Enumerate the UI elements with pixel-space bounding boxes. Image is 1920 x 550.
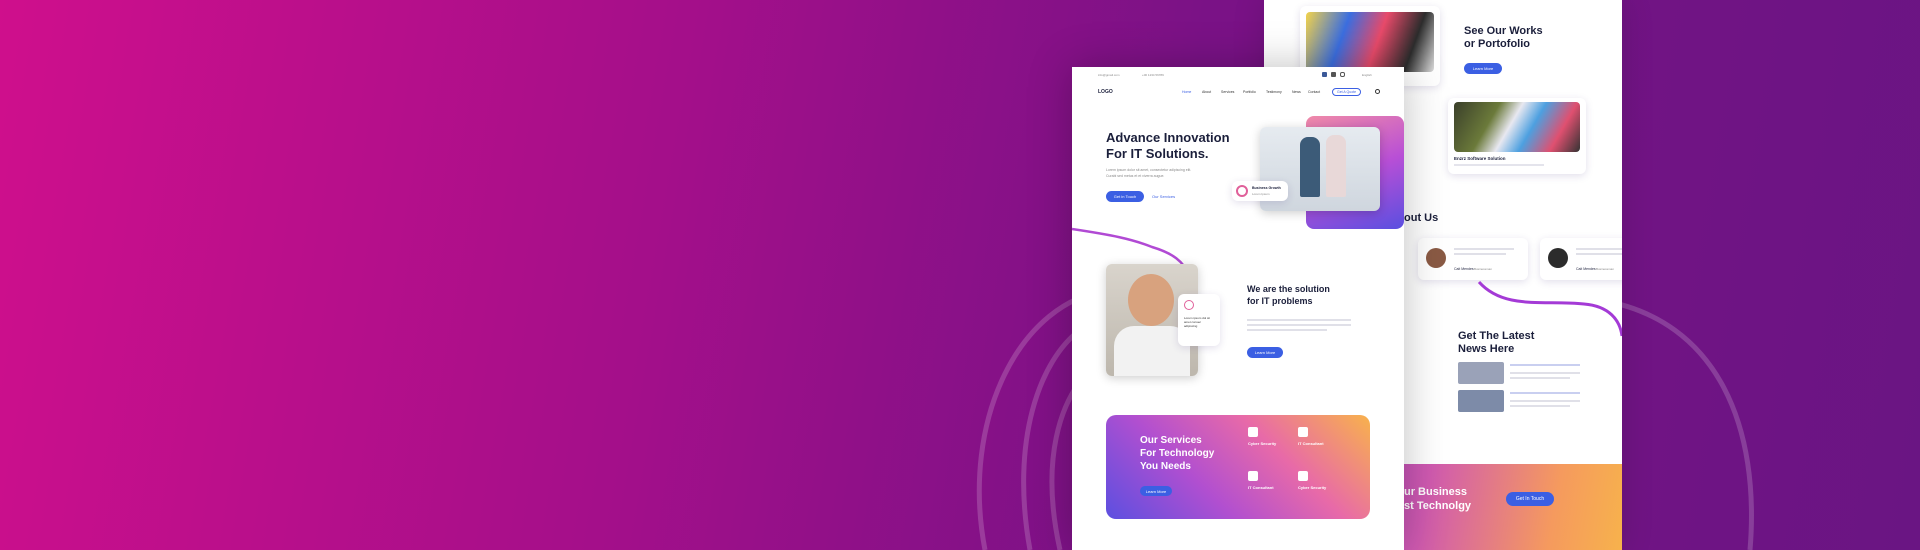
project-image (1454, 102, 1580, 152)
logo[interactable]: LOGO (1098, 89, 1113, 95)
nav-about[interactable]: About (1202, 90, 1211, 94)
portfolio-button[interactable]: Learn More (1464, 63, 1502, 74)
background-swirl (976, 287, 1754, 550)
news-title-2: News Here (1458, 343, 1515, 355)
avatar (1548, 248, 1568, 268)
news-thumb-1 (1458, 362, 1504, 384)
about-title: out Us (1404, 212, 1439, 224)
search-icon[interactable] (1375, 89, 1380, 94)
portfolio-image (1306, 12, 1434, 72)
services-title-3: You Needs (1140, 461, 1191, 472)
services-title: Our Services (1140, 435, 1202, 446)
nav-portfolio[interactable]: Portfolio (1243, 90, 1256, 94)
project-name: Enzrz Software Solution (1454, 156, 1506, 161)
email-text: info@gmail.com (1098, 73, 1120, 77)
cta-title: ur Business (1404, 486, 1467, 498)
language-select[interactable]: English (1362, 73, 1372, 77)
phone-text: +00 1234 56789 (1142, 73, 1164, 77)
instagram-icon[interactable] (1340, 72, 1345, 77)
idea-icon (1184, 300, 1194, 310)
get-quote-button[interactable]: Get A Quote (1332, 88, 1362, 96)
project-card: Enzrz Software Solution (1448, 98, 1586, 174)
news-title: Get The Latest (1458, 330, 1535, 342)
facebook-icon[interactable] (1322, 72, 1327, 77)
growth-icon (1236, 185, 1248, 197)
hero-desc: Lorem ipsum dolor sit amet, consectetur … (1106, 168, 1192, 172)
news-thumb-2 (1458, 390, 1504, 412)
nav-services[interactable]: Services (1221, 90, 1234, 94)
hero-title-2: For IT Solutions. (1106, 146, 1209, 161)
solution-learn-more-button[interactable]: Learn More (1247, 347, 1283, 358)
services-banner: Our Services For Technology You Needs Le… (1106, 415, 1370, 519)
shield-icon (1298, 471, 1308, 481)
badge-title: Business Growth (1252, 186, 1281, 190)
solution-title: We are the solution (1247, 284, 1330, 294)
nav-testimony[interactable]: Testimony (1266, 90, 1282, 94)
nav-contact[interactable]: Contact (1308, 90, 1320, 94)
front-page-mockup: info@gmail.com +00 1234 56789 English LO… (1072, 67, 1404, 550)
monitor-icon (1248, 471, 1258, 481)
portfolio-title-2: or Portofolio (1464, 38, 1530, 50)
service-item: Cyber Security (1298, 485, 1327, 490)
hero-get-in-touch-button[interactable]: Get in Touch (1106, 191, 1144, 202)
hero-our-services-link[interactable]: Our Services (1152, 194, 1175, 199)
badge-subtitle: Lorem Ipsum (1252, 192, 1270, 196)
shield-icon (1248, 427, 1258, 437)
portfolio-title: See Our Works (1464, 25, 1543, 37)
service-item: IT Consultant (1298, 441, 1324, 446)
services-title-2: For Technology (1140, 448, 1215, 459)
hero-desc-2: Curabi sed metus et et viverra augue. (1106, 174, 1165, 178)
avatar (1426, 248, 1446, 268)
services-learn-more-button[interactable]: Learn More (1140, 486, 1172, 496)
nav-home[interactable]: Home (1182, 90, 1191, 94)
solution-card-text: Lorem ipsum dol sit amet consec adipisci… (1184, 316, 1211, 328)
twitter-icon[interactable] (1331, 72, 1336, 77)
solution-card: Lorem ipsum dol sit amet consec adipisci… (1178, 294, 1220, 346)
cta-title-2: st Technolgy (1404, 500, 1472, 512)
hero-title: Advance Innovation (1106, 130, 1230, 145)
solution-title-2: for IT problems (1247, 296, 1313, 306)
business-growth-badge: Business Growth Lorem Ipsum (1232, 181, 1288, 201)
nav-news[interactable]: News (1292, 90, 1301, 94)
monitor-icon (1298, 427, 1308, 437)
get-in-touch-button[interactable]: Get In Touch (1506, 492, 1554, 506)
service-item: Cyber Security (1248, 441, 1277, 446)
service-item: IT Consultant (1248, 485, 1274, 490)
